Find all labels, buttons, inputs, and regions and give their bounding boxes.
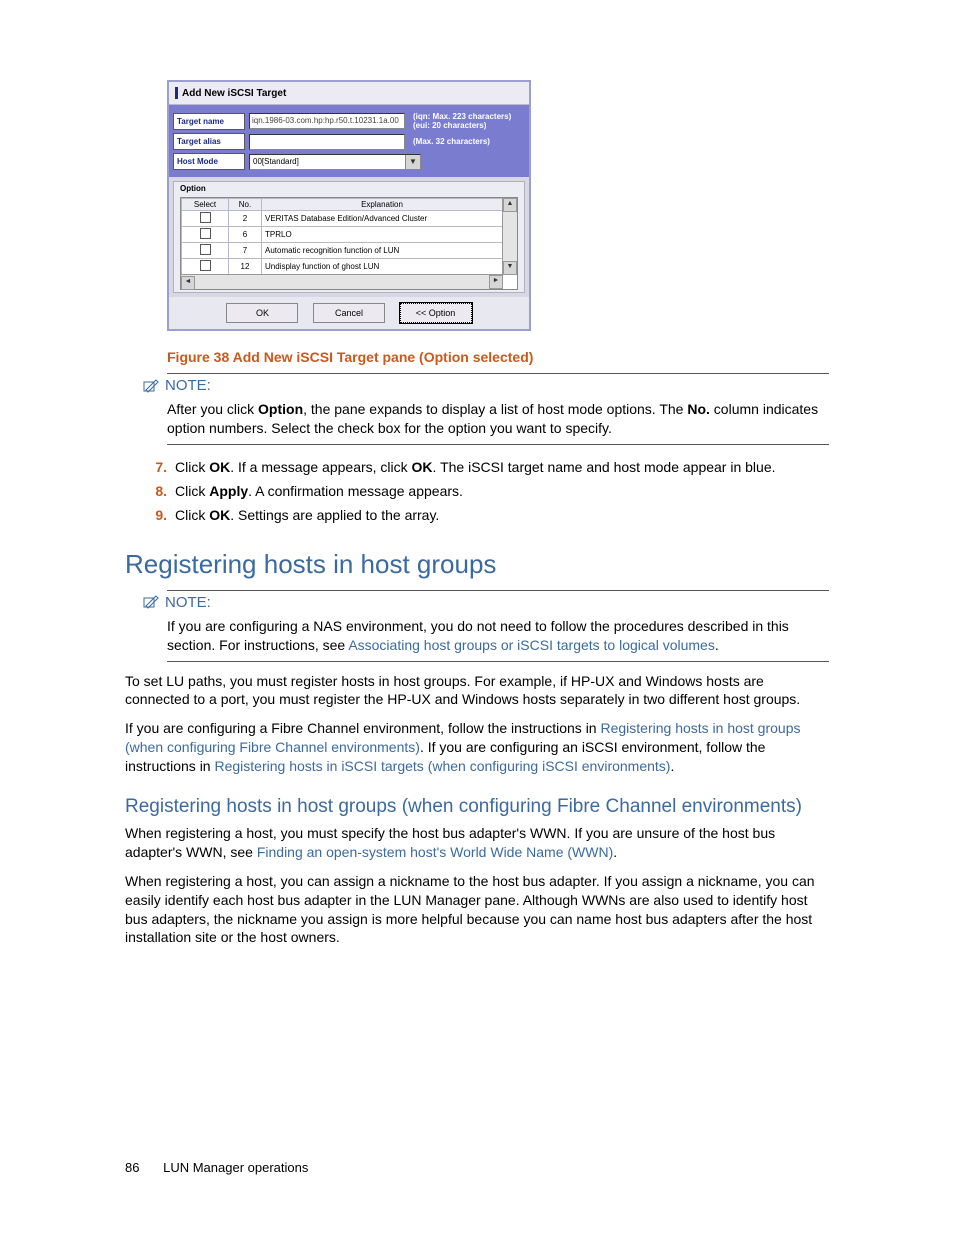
note-label: NOTE: [165, 594, 211, 611]
note-icon [143, 379, 159, 393]
table-row: 7 Automatic recognition function of LUN [182, 243, 503, 259]
scroll-left-icon[interactable]: ◄ [181, 276, 195, 290]
col-explanation: Explanation [262, 199, 503, 211]
target-name-label: Target name [173, 113, 245, 130]
scroll-right-icon[interactable]: ► [489, 275, 503, 289]
table-row: 2 VERITAS Database Edition/Advanced Clus… [182, 211, 503, 227]
horizontal-scrollbar[interactable]: ◄ ► [181, 274, 503, 289]
vertical-scrollbar[interactable]: ▲ ▼ [502, 198, 517, 275]
option-table: Select No. Explanation 2 VERITAS Databas… [180, 197, 518, 290]
col-select: Select [182, 199, 229, 211]
window-title-text: Add New iSCSI Target [182, 88, 286, 99]
target-alias-label: Target alias [173, 133, 245, 150]
checkbox[interactable] [200, 244, 211, 255]
option-button[interactable]: << Option [400, 303, 472, 323]
option-section: Option Select No. Explanation 2 VERITAS … [173, 181, 525, 293]
scroll-down-icon[interactable]: ▼ [503, 261, 517, 275]
table-row: 6 TPRLO [182, 227, 503, 243]
col-no: No. [229, 199, 262, 211]
host-mode-select[interactable]: 00[Standard] ▼ [249, 154, 421, 170]
step-9: 9. Click OK. Settings are applied to the… [149, 507, 829, 523]
note-heading: NOTE: [143, 594, 829, 611]
figure-number: Figure 38 [167, 349, 229, 365]
note-icon [143, 595, 159, 609]
note-label: NOTE: [165, 377, 211, 394]
note-heading: NOTE: [143, 377, 829, 394]
chevron-down-icon[interactable]: ▼ [405, 155, 420, 169]
checkbox[interactable] [200, 212, 211, 223]
figure-title: Add New iSCSI Target pane (Option select… [233, 349, 534, 365]
scroll-up-icon[interactable]: ▲ [503, 198, 517, 212]
link-iscsi[interactable]: Registering hosts in iSCSI targets (when… [214, 758, 670, 774]
cancel-button[interactable]: Cancel [313, 303, 385, 323]
steps-list: 7. Click OK. If a message appears, click… [149, 459, 829, 523]
paragraph: When registering a host, you can assign … [125, 872, 829, 948]
option-title: Option [174, 182, 524, 195]
target-alias-input[interactable] [249, 134, 405, 150]
target-alias-hint: (Max. 32 characters) [409, 137, 525, 146]
button-row: OK Cancel << Option [169, 297, 529, 329]
footer-title: LUN Manager operations [163, 1160, 308, 1175]
subsection-heading: Registering hosts in host groups (when c… [125, 796, 829, 818]
step-7: 7. Click OK. If a message appears, click… [149, 459, 829, 475]
table-row: 12 Undisplay function of ghost LUN [182, 259, 503, 275]
step-8: 8. Click Apply. A confirmation message a… [149, 483, 829, 499]
host-mode-label: Host Mode [173, 153, 245, 170]
page-number: 86 [125, 1160, 139, 1175]
target-name-hint: (iqn: Max. 223 characters) (eui: 20 char… [409, 112, 525, 130]
figure-caption: Figure 38 Add New iSCSI Target pane (Opt… [167, 349, 829, 365]
host-mode-value: 00[Standard] [250, 155, 405, 169]
fields-area: Target name iqn.1986-03.com.hp:hp.r50.t.… [169, 105, 529, 177]
checkbox[interactable] [200, 228, 211, 239]
page-footer: 86 LUN Manager operations [125, 1160, 308, 1175]
window-title: Add New iSCSI Target [169, 82, 529, 105]
ok-button[interactable]: OK [226, 303, 298, 323]
paragraph: When registering a host, you must specif… [125, 824, 829, 862]
section-heading: Registering hosts in host groups [125, 549, 829, 580]
link-associating[interactable]: Associating host groups or iSCSI targets… [348, 637, 715, 653]
paragraph: If you are configuring a Fibre Channel e… [125, 719, 829, 776]
paragraph: To set LU paths, you must register hosts… [125, 672, 829, 710]
note-body: After you click Option, the pane expands… [167, 400, 829, 438]
note-body: If you are configuring a NAS environment… [167, 617, 829, 655]
figure-screenshot: Add New iSCSI Target Target name iqn.198… [167, 80, 531, 331]
target-name-input[interactable]: iqn.1986-03.com.hp:hp.r50.t.10231.1a.00 [249, 113, 405, 129]
checkbox[interactable] [200, 260, 211, 271]
link-wwn[interactable]: Finding an open-system host's World Wide… [257, 844, 613, 860]
